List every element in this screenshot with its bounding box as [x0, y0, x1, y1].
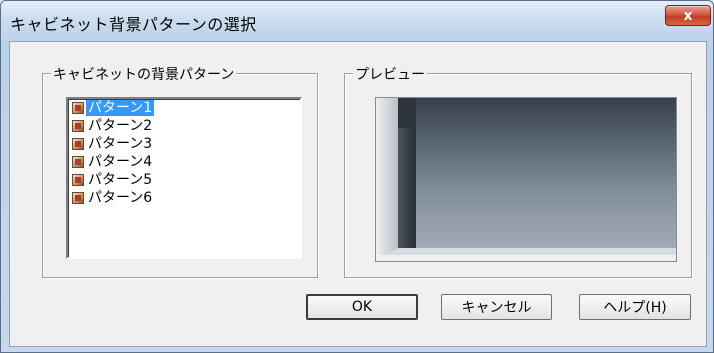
- preview-image: [375, 97, 677, 262]
- pattern-icon: [72, 174, 84, 186]
- list-item-label: パターン1: [86, 100, 155, 116]
- close-button[interactable]: x: [665, 5, 711, 26]
- list-item-pattern-1[interactable]: パターン1: [68, 99, 300, 117]
- cancel-button-label: キャンセル: [461, 300, 532, 316]
- list-item-label: パターン2: [88, 118, 153, 134]
- pattern-icon: [72, 138, 84, 150]
- dialog-client-area: キャビネットの背景パターン パターン1 パターン2 パターン3 パターン4 パタ…: [9, 41, 707, 347]
- pattern-icon: [72, 120, 84, 132]
- pattern-icon: [72, 102, 84, 114]
- cabinet-background-preview: [376, 98, 676, 261]
- list-item-pattern-2[interactable]: パターン2: [68, 117, 300, 135]
- list-item-label: パターン3: [88, 136, 153, 152]
- list-item-pattern-6[interactable]: パターン6: [68, 189, 300, 207]
- window-title: キャビネット背景パターンの選択: [10, 15, 257, 34]
- help-button[interactable]: ヘルプ(H): [579, 294, 691, 320]
- ok-button-label: OK: [351, 299, 373, 315]
- list-item-pattern-4[interactable]: パターン4: [68, 153, 300, 171]
- title-bar[interactable]: キャビネット背景パターンの選択 x: [1, 1, 713, 41]
- close-icon: x: [683, 7, 693, 24]
- pattern-icon: [72, 156, 84, 168]
- pattern-group-label: キャビネットの背景パターン: [51, 64, 237, 84]
- list-item-label: パターン4: [88, 154, 153, 170]
- list-item-label: パターン5: [88, 172, 153, 188]
- help-button-label: ヘルプ(H): [603, 300, 667, 316]
- list-item-pattern-5[interactable]: パターン5: [68, 171, 300, 189]
- pattern-icon: [72, 192, 84, 204]
- dialog-window: キャビネット背景パターンの選択 x キャビネットの背景パターン パターン1 パタ…: [0, 0, 714, 353]
- ok-button[interactable]: OK: [306, 294, 418, 320]
- list-item-label: パターン6: [88, 190, 153, 206]
- pattern-listbox[interactable]: パターン1 パターン2 パターン3 パターン4 パターン5 パターン6: [66, 97, 302, 259]
- preview-group-label: プレビュー: [353, 64, 427, 84]
- list-item-pattern-3[interactable]: パターン3: [68, 135, 300, 153]
- cancel-button[interactable]: キャンセル: [441, 294, 552, 320]
